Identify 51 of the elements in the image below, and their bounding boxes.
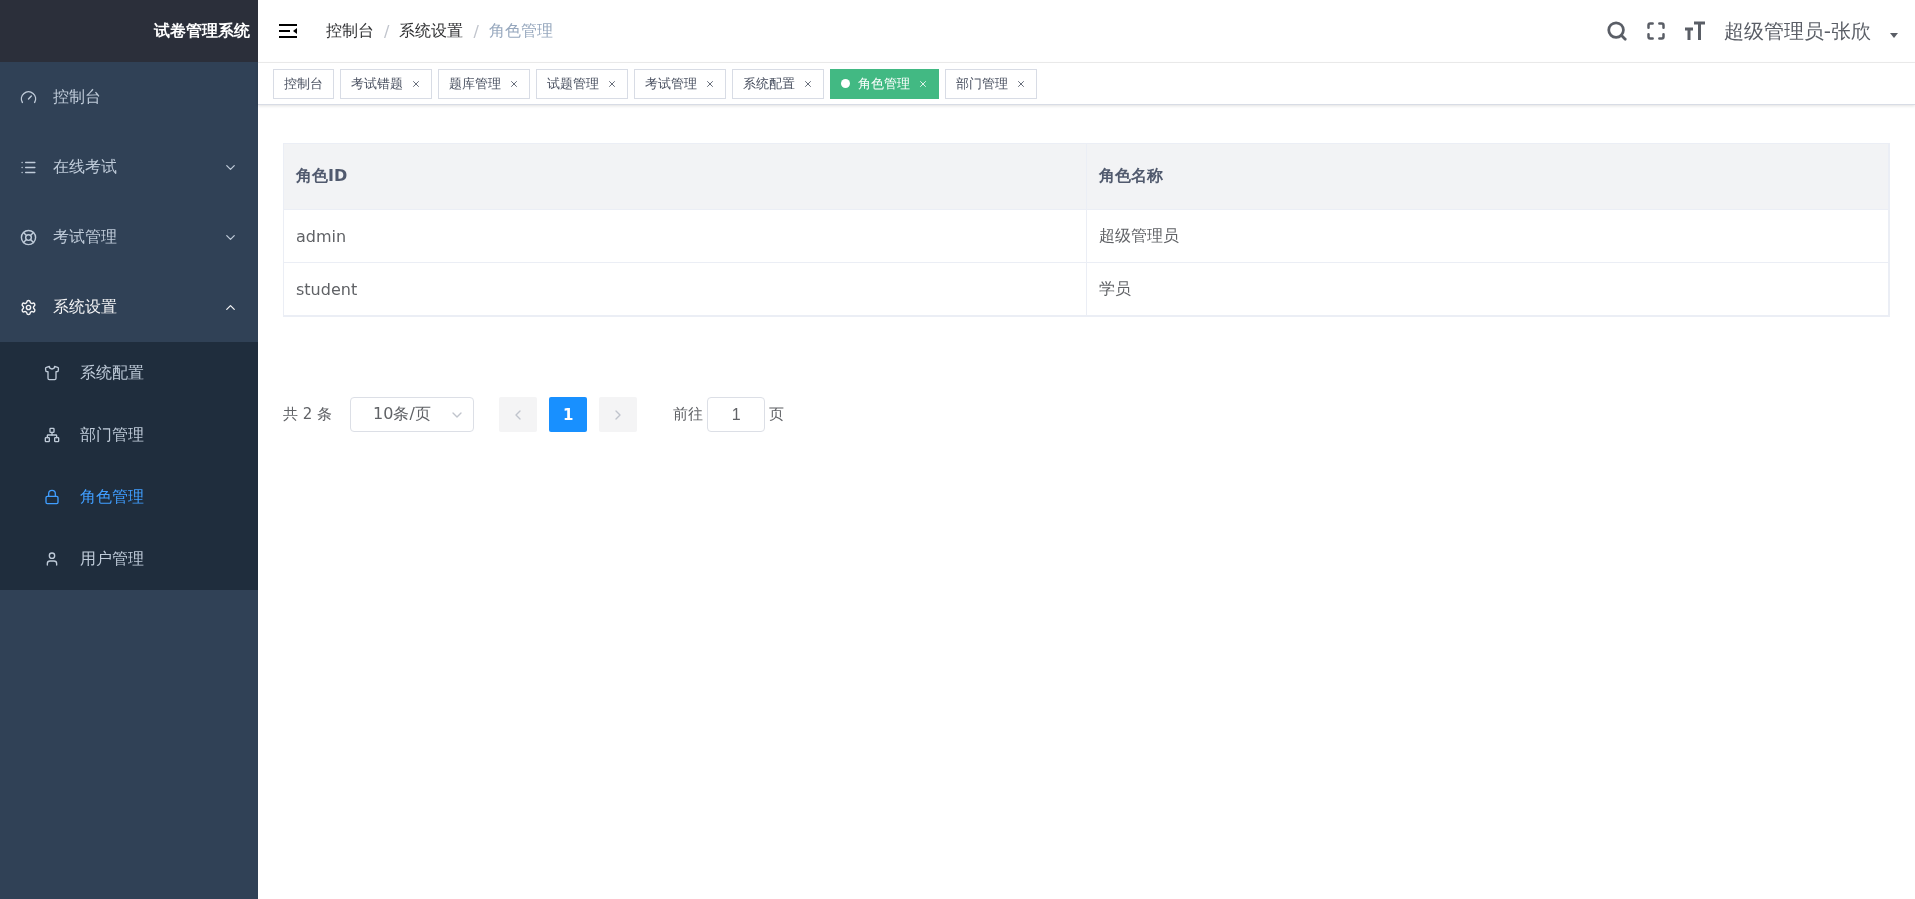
tab[interactable]: 考试管理 <box>634 68 726 99</box>
page-size-select[interactable]: 10条/页 <box>350 397 475 432</box>
lock-icon <box>44 489 60 505</box>
fullscreen-icon[interactable] <box>1645 21 1666 41</box>
breadcrumb-item: 角色管理 <box>488 20 553 42</box>
app-title: 试卷管理系统 <box>154 20 250 42</box>
table-cell: admin <box>284 210 1087 263</box>
breadcrumb-separator: / <box>473 21 479 41</box>
sidebar-subitem[interactable]: 用户管理 <box>0 528 258 590</box>
tab[interactable]: 题库管理 <box>438 68 530 99</box>
tab[interactable]: 系统配置 <box>732 68 824 99</box>
sidebar-subitem[interactable]: 角色管理 <box>0 466 258 528</box>
breadcrumb-item[interactable]: 系统设置 <box>399 20 464 42</box>
close-icon[interactable] <box>803 78 813 89</box>
goto-suffix: 页 <box>769 405 785 424</box>
menu-icon[interactable] <box>278 23 298 39</box>
sidebar-item[interactable]: 在线考试 <box>0 132 258 202</box>
shirt-icon <box>44 365 60 381</box>
search-icon[interactable] <box>1605 20 1628 42</box>
total-count: 共 2 条 <box>283 405 333 424</box>
gauge-icon <box>20 88 37 106</box>
tab[interactable]: 试题管理 <box>536 68 628 99</box>
text-size-icon[interactable] <box>1683 21 1706 41</box>
tab[interactable]: 部门管理 <box>945 68 1037 99</box>
column-header: 角色ID <box>284 144 1087 210</box>
tab[interactable]: 控制台 <box>273 68 334 99</box>
user-icon <box>44 551 60 567</box>
active-dot-icon <box>841 79 850 88</box>
sidebar-subitem[interactable]: 系统配置 <box>0 342 258 404</box>
settings-icon <box>20 298 37 316</box>
close-icon[interactable] <box>411 78 421 89</box>
hierarchy-icon <box>44 427 60 443</box>
column-header: 角色名称 <box>1086 144 1889 210</box>
goto-label: 前往 <box>673 405 704 424</box>
breadcrumb-item[interactable]: 控制台 <box>326 20 374 42</box>
user-name[interactable]: 超级管理员-张欣 <box>1723 17 1871 45</box>
goto-page-field[interactable]: 1 <box>707 397 766 432</box>
sidebar-subitem[interactable]: 部门管理 <box>0 404 258 466</box>
table-cell: 超级管理员 <box>1086 210 1889 263</box>
close-icon[interactable] <box>705 78 715 89</box>
sidebar-item[interactable]: 考试管理 <box>0 202 258 272</box>
table-cell: 学员 <box>1086 263 1889 316</box>
close-icon[interactable] <box>509 78 519 89</box>
table-cell: student <box>284 263 1087 316</box>
close-icon[interactable] <box>607 78 617 89</box>
sidebar-item[interactable]: 控制台 <box>0 62 258 132</box>
ring-icon <box>20 228 37 246</box>
breadcrumb-separator: / <box>384 21 390 41</box>
tab[interactable]: 考试错题 <box>340 68 432 99</box>
close-icon[interactable] <box>1016 78 1026 89</box>
sidebar-item[interactable]: 系统设置 <box>0 272 258 342</box>
